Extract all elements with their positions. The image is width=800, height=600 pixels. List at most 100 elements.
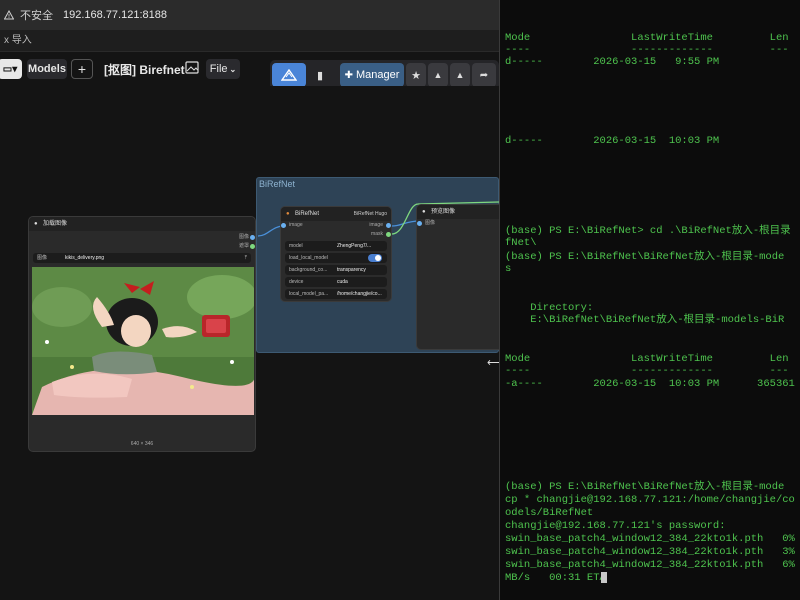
widget-label: model [289, 243, 303, 249]
widget-label: local_model_pa... [289, 291, 329, 297]
upload-icon[interactable]: ⤒ [245, 253, 247, 263]
preview-image-title: 预览图像 [431, 209, 456, 215]
output-mask-label: mask [371, 231, 383, 237]
image-size-label: 640 × 346 [130, 441, 154, 447]
output-image-socket[interactable] [386, 223, 391, 228]
terminal-line: -a---- 2026-03-15 10:03 PM 365361 [505, 378, 795, 390]
image-select-widget[interactable]: 图像 kikis_delivery.png ⤒ [33, 253, 251, 263]
terminal-line: odels/BiRefNet [505, 507, 594, 519]
graph-canvas[interactable]: BiRefNet ● 加载图像 图像 遮罩 图像 kikis_delivery.… [0, 86, 499, 600]
resize-handle-icon[interactable]: ⟷ [487, 356, 499, 369]
file-menu-button[interactable]: File ⌄ [206, 59, 240, 79]
input-image-row: 图像 [417, 219, 499, 228]
image-field-label: 图像 [37, 255, 48, 261]
terminal-line: Directory: [505, 302, 594, 314]
input-image-socket[interactable] [281, 223, 286, 228]
chevron-down-icon: ⌄ [229, 64, 237, 74]
workflow-menu-button[interactable]: ▭▾ [0, 59, 22, 79]
terminal-line: swin_base_patch4_window12_384_22kto1k.pt… [505, 559, 795, 571]
node-header[interactable]: ● 加载图像 [29, 217, 255, 231]
bookmark-button[interactable]: ▮ [308, 63, 332, 87]
star-button[interactable]: ★ [406, 63, 426, 87]
anime-girl-image [32, 267, 254, 415]
output-mask-row: 遮罩 [29, 242, 255, 251]
bookmarks-bar: x 导入 [0, 30, 499, 52]
bookmark-item[interactable]: x 导入 [4, 35, 32, 46]
output-mask-socket[interactable] [386, 232, 391, 237]
folder-icon: ▭▾ [2, 63, 18, 75]
bookmark-icon: ▮ [316, 69, 324, 82]
input-image-row: image image [281, 221, 391, 230]
output-image-row: 图像 [29, 233, 255, 242]
terminal-line: s [505, 263, 512, 275]
terminal-line: cp * changjie@192.168.77.121:/home/chang… [505, 494, 795, 506]
star-icon: ★ [411, 69, 421, 82]
terminal-window[interactable]: Mode LastWriteTime Len ---- -------------… [499, 0, 800, 600]
triangle-icon: ▲ [455, 70, 465, 80]
terminal-line: Mode LastWriteTime Len [505, 32, 789, 44]
tool-button-1[interactable]: ▲ [428, 63, 448, 87]
device-widget[interactable]: device cuda [285, 277, 387, 287]
image-icon[interactable] [185, 61, 199, 74]
terminal-line: (base) PS E:\BiRefNet\BiRefNet放入-根目录-mod… [505, 481, 785, 493]
new-tab-button[interactable]: + [71, 59, 93, 79]
local-model-path-widget[interactable]: local_model_pa... /home/changjie/co... [285, 289, 387, 299]
puzzle-icon: ✚ [344, 69, 353, 81]
share-button[interactable]: ➦ [472, 63, 496, 87]
input-image-socket[interactable] [417, 221, 422, 226]
widget-value: ZhengPeng7/... [337, 243, 372, 249]
models-button[interactable]: Models [27, 59, 67, 79]
security-label[interactable]: 不安全 [20, 7, 53, 23]
collapse-dot-icon[interactable]: ● [422, 205, 426, 219]
load-image-title: 加载图像 [43, 221, 68, 227]
workflow-tab-title[interactable]: [抠图] Birefnet [104, 61, 185, 78]
output-mask-socket[interactable] [250, 244, 255, 249]
plus-icon: + [77, 61, 87, 77]
address-bar[interactable]: 不安全 192.168.77.121:8188 [0, 0, 499, 30]
preview-image-node[interactable]: ● 预览图像 图像 [416, 204, 499, 350]
terminal-line: d----- 2026-03-15 10:03 PM [505, 135, 720, 147]
warning-icon[interactable] [4, 10, 14, 20]
terminal-line: ---- ------------- --- [505, 44, 789, 56]
widget-label: load_local_model [289, 255, 328, 261]
url-text[interactable]: 192.168.77.121:8188 [63, 9, 167, 21]
screen: 不安全 192.168.77.121:8188 x 导入 ▭▾ Models +… [0, 0, 800, 600]
collapse-dot-icon[interactable]: ● [34, 217, 38, 231]
comfy-logo-button[interactable] [272, 63, 306, 87]
comfy-logo-icon [281, 69, 297, 81]
output-image-socket[interactable] [250, 235, 255, 240]
image-field-value: kikis_delivery.png [65, 255, 105, 261]
loaded-image-preview [32, 267, 254, 415]
model-widget[interactable]: model ZhengPeng7/... [285, 241, 387, 251]
toggle-switch[interactable] [368, 254, 382, 262]
node-header[interactable]: ● BiRefNet BiRefNet Hugo [281, 207, 391, 221]
group-title[interactable]: BiRefNet [259, 179, 295, 189]
terminal-line: (base) PS E:\BiRefNet> cd .\BiRefNet放入-根… [505, 225, 791, 237]
birefnet-node[interactable]: ● BiRefNet BiRefNet Hugo image image mas… [280, 206, 392, 302]
terminal-line: E:\BiRefNet\BiRefNet放入-根目录-models-BiR [505, 314, 785, 326]
file-label: File [209, 63, 228, 75]
load-image-node[interactable]: ● 加载图像 图像 遮罩 图像 kikis_delivery.png ⤒ 640… [28, 216, 256, 452]
terminal-line: MB/s 00:31 ETA [505, 572, 606, 584]
birefnet-title: BiRefNet [295, 211, 320, 217]
tool-button-2[interactable]: ▲ [450, 63, 470, 87]
input-image-label: 图像 [425, 220, 436, 226]
output-mask-label: 遮罩 [238, 243, 249, 249]
manager-button[interactable]: ✚ Manager [340, 63, 404, 87]
background-color-widget[interactable]: background_co... transparency [285, 265, 387, 275]
output-image-label: image [369, 222, 383, 228]
terminal-line: fNet\ [505, 237, 537, 249]
load-local-model-widget[interactable]: load_local_model [285, 253, 387, 263]
widget-value: transparency [337, 267, 366, 273]
node-header[interactable]: ● 预览图像 [417, 205, 499, 219]
output-mask-row: mask [281, 230, 391, 239]
widget-value: /home/changjie/co... [337, 291, 382, 297]
manager-label: Manager [355, 69, 400, 81]
terminal-line: ---- ------------- --- [505, 365, 789, 377]
terminal-line: d----- 2026-03-15 9:55 PM [505, 56, 720, 68]
widget-label: background_co... [289, 267, 328, 273]
terminal-line: swin_base_patch4_window12_384_22kto1k.pt… [505, 533, 795, 545]
models-label: Models [28, 63, 66, 75]
widget-value: cuda [337, 279, 348, 285]
terminal-line: Mode LastWriteTime Len [505, 353, 789, 365]
